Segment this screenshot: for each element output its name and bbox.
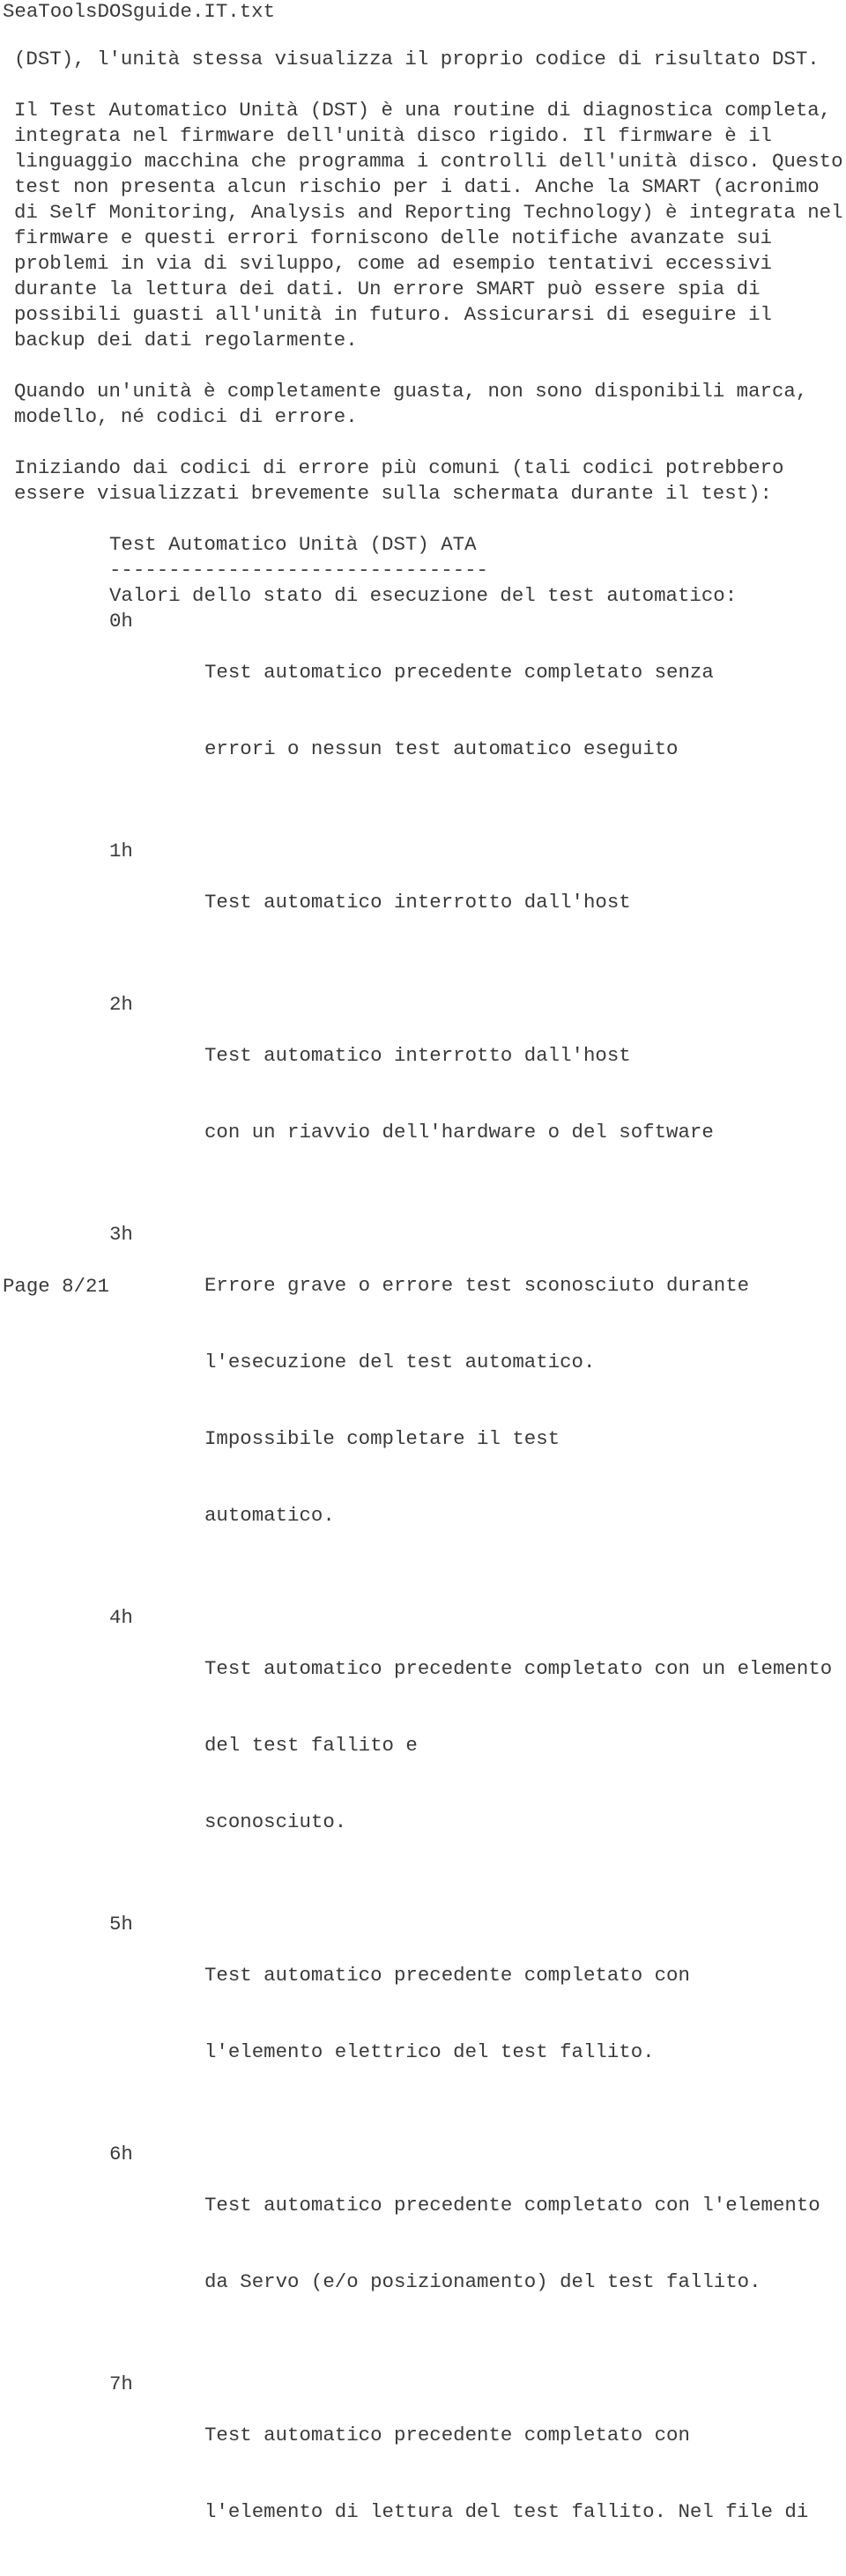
text-line: con un riavvio dell'hardware o del softw…	[204, 1121, 714, 1144]
code-description: Errore grave o errore test sconosciuto d…	[204, 1222, 749, 1580]
text-line: Test automatico precedente completato co…	[204, 1964, 690, 1987]
text-line: problemi in via di sviluppo, come ad ese…	[14, 252, 772, 275]
text-line: Test automatico precedente completato se…	[204, 661, 714, 684]
code-description: Test automatico precedente completato co…	[204, 2372, 808, 2576]
table-subtitle: Valori dello stato di esecuzione del tes…	[109, 584, 738, 607]
code-description: Test automatico interrotto dall'host	[204, 839, 631, 966]
document-title: SeaToolsDOSguide.IT.txt	[3, 0, 276, 23]
code-description: Test automatico precedente completato co…	[204, 1912, 690, 2116]
text-line: Test automatico precedente completato co…	[204, 1657, 833, 1680]
paragraph-failed-drive: Quando un'unità è completamente guasta, …	[14, 379, 843, 430]
code-row-2h: 2h Test automatico interrotto dall'host …	[14, 992, 843, 1196]
paragraph-dst-description: Il Test Automatico Unità (DST) è una rou…	[14, 98, 843, 353]
status-code: 7h	[109, 2372, 133, 2395]
text-line: l'elemento di lettura del test fallito. …	[204, 2500, 809, 2523]
text-line: sconosciuto.	[204, 1810, 347, 1833]
dst-code-table: Test Automatico Unità (DST) ATA --------…	[14, 532, 843, 2576]
table-title: Test Automatico Unità (DST) ATA	[109, 533, 477, 556]
text-line: backup dei dati regolarmente.	[14, 329, 358, 352]
text-line: Test automatico interrotto dall'host	[204, 1044, 631, 1067]
text-line: linguaggio macchina che programma i cont…	[14, 150, 843, 173]
code-description: Test automatico precedente completato co…	[204, 2142, 820, 2346]
status-code: 2h	[109, 993, 133, 1016]
status-code: 1h	[109, 840, 133, 862]
code-row-6h: 6h Test automatico precedente completato…	[14, 2142, 843, 2346]
paragraph-intro: (DST), l'unità stessa visualizza il prop…	[14, 47, 843, 72]
code-description: Test automatico precedente completato co…	[204, 1605, 832, 1886]
text-line: integrata nel firmware dell'unità disco …	[14, 124, 772, 147]
text-line: di Self Monitoring, Analysis and Reporti…	[14, 201, 843, 224]
document-body: (DST), l'unità stessa visualizza il prop…	[14, 47, 843, 2576]
status-code: 6h	[109, 2143, 133, 2165]
text-line: possibili guasti all'unità in futuro. As…	[14, 303, 772, 326]
text-line: Errore grave o errore test sconosciuto d…	[204, 1274, 750, 1297]
text-line: (DST), l'unità stessa visualizza il prop…	[14, 48, 820, 70]
code-row-7h: 7h Test automatico precedente completato…	[14, 2372, 843, 2576]
text-line: Test automatico precedente completato co…	[204, 2194, 820, 2217]
code-row-4h: 4h Test automatico precedente completato…	[14, 1605, 843, 1886]
code-row-5h: 5h Test automatico precedente completato…	[14, 1912, 843, 2116]
code-description: Test automatico precedente completato se…	[204, 609, 714, 813]
text-line: Test automatico precedente completato co…	[204, 2424, 690, 2446]
code-description: Test automatico interrotto dall'host con…	[204, 992, 714, 1196]
text-line: l'elemento elettrico del test fallito.	[204, 2040, 655, 2063]
code-row-3h: 3h Errore grave o errore test sconosciut…	[14, 1222, 843, 1580]
text-line: Test automatico interrotto dall'host	[204, 891, 631, 914]
text-line: modello, né codici di errore.	[14, 405, 358, 428]
paragraph-error-codes-intro: Iniziando dai codici di errore più comun…	[14, 455, 843, 507]
code-row-1h: 1h Test automatico interrotto dall'host	[14, 839, 843, 966]
text-line: del test fallito e	[204, 1734, 418, 1757]
text-line: l'esecuzione del test automatico.	[204, 1351, 596, 1373]
status-code: 5h	[109, 1913, 133, 1936]
text-line: Impossibile completare il test	[204, 1427, 560, 1450]
status-code: 0h	[109, 610, 133, 633]
page-number: Page 8/21	[3, 1275, 109, 1298]
text-line: automatico.	[204, 1504, 335, 1527]
table-separator: --------------------------------	[109, 559, 488, 581]
code-row-0h: 0h Test automatico precedente completato…	[14, 609, 843, 813]
text-line: Iniziando dai codici di errore più comun…	[14, 456, 784, 479]
text-line: essere visualizzati brevemente sulla sch…	[14, 482, 772, 505]
text-line: firmware e questi errori forniscono dell…	[14, 226, 772, 249]
text-line: Il Test Automatico Unità (DST) è una rou…	[14, 99, 832, 122]
status-code: 4h	[109, 1606, 133, 1629]
text-line: da Servo (e/o posizionamento) del test f…	[204, 2270, 761, 2293]
text-line: Quando un'unità è completamente guasta, …	[14, 380, 808, 403]
text-line: test non presenta alcun rischio per i da…	[14, 175, 820, 198]
text-line: durante la lettura dei dati. Un errore S…	[14, 278, 761, 300]
text-line: errori o nessun test automatico eseguito	[204, 737, 679, 760]
